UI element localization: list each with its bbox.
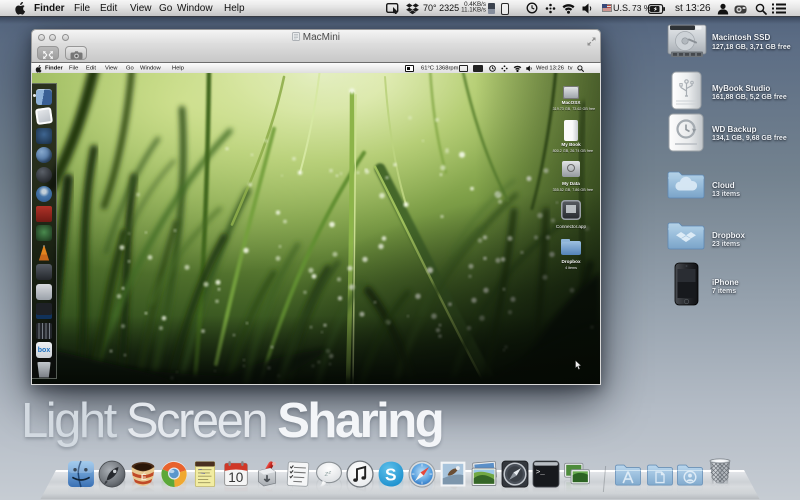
svg-text:>_: >_ [536, 469, 546, 477]
svg-text:S: S [385, 465, 397, 485]
svg-text:10: 10 [228, 470, 243, 485]
svg-text:É: É [141, 472, 147, 482]
